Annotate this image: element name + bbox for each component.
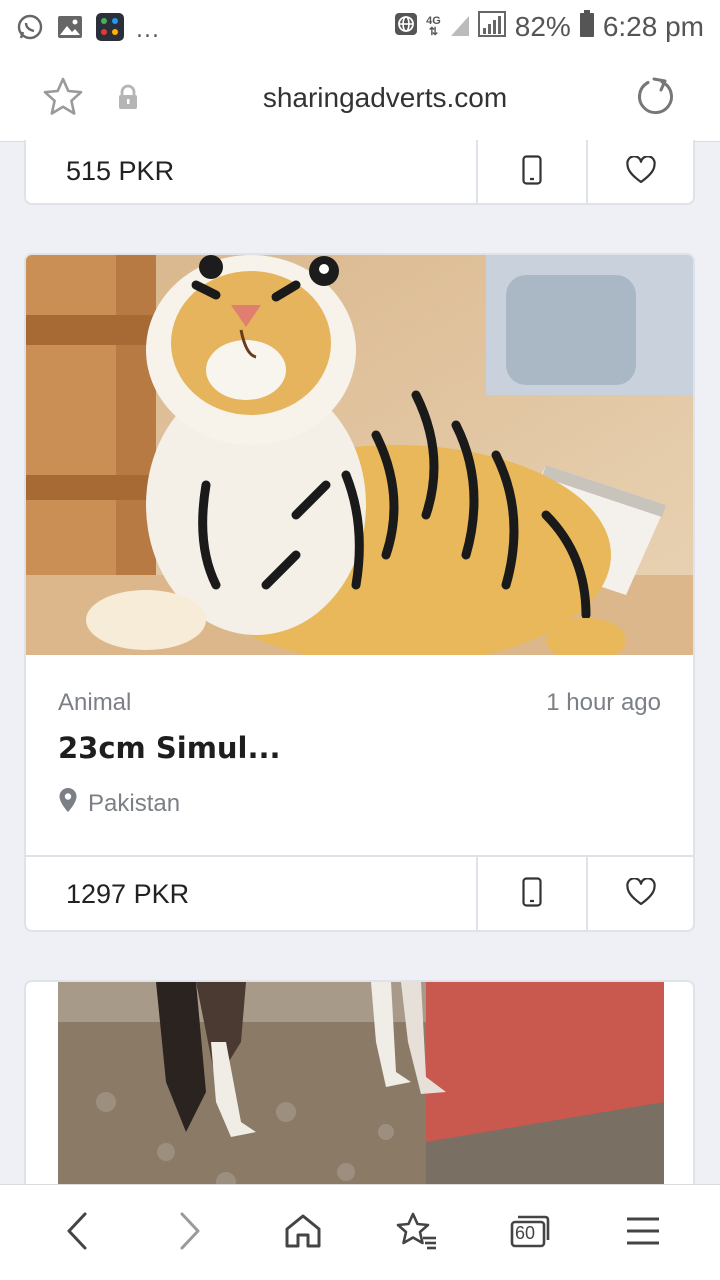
bookmarks-button[interactable]	[385, 1201, 449, 1265]
location-pin-icon	[58, 787, 78, 820]
call-button[interactable]	[476, 857, 586, 930]
globe-icon	[394, 11, 418, 43]
url-text[interactable]: sharingadverts.com	[190, 82, 580, 114]
listing-card[interactable]	[24, 980, 695, 1200]
browser-bottom-nav: 60	[0, 1184, 720, 1280]
signal-icon	[449, 10, 507, 45]
address-bar: sharingadverts.com	[0, 54, 720, 142]
listing-time: 1 hour ago	[546, 689, 661, 716]
listing-price: 1297 PKR	[66, 878, 190, 909]
home-button[interactable]	[271, 1201, 335, 1265]
home-icon	[284, 1213, 322, 1253]
status-bar: ... 4G ⇅ 82% 6:28 pm	[0, 0, 720, 54]
listing-location: Pakistan	[88, 789, 181, 817]
heart-icon	[625, 154, 656, 188]
tab-count: 60	[514, 1222, 535, 1243]
menu-icon	[626, 1216, 660, 1250]
reload-icon[interactable]	[634, 76, 676, 118]
bookmarks-icon	[396, 1212, 438, 1254]
listing-image-horse[interactable]	[26, 982, 693, 1200]
call-button[interactable]	[476, 140, 586, 203]
network-type: 4G ⇅	[426, 15, 441, 38]
forward-button[interactable]	[158, 1201, 222, 1265]
back-button[interactable]	[45, 1201, 109, 1265]
listing-image-tiger-plush[interactable]	[26, 255, 693, 655]
phone-icon	[522, 154, 542, 189]
listing-category[interactable]: Animal	[58, 689, 131, 717]
heart-icon	[625, 877, 656, 910]
tabs-button[interactable]: 60	[498, 1201, 562, 1265]
menu-button[interactable]	[611, 1201, 675, 1265]
gallery-icon	[56, 13, 84, 41]
more-notifications: ...	[136, 17, 160, 43]
listing-card[interactable]: 515 PKR	[24, 140, 695, 205]
favorite-button[interactable]	[586, 857, 693, 930]
phone-icon	[522, 877, 542, 911]
favorite-button[interactable]	[586, 140, 693, 203]
lock-icon[interactable]	[116, 84, 140, 110]
app-grid-icon	[96, 13, 124, 41]
whatsapp-icon	[16, 13, 44, 41]
listing-card[interactable]: Animal 1 hour ago 23cm Simul... Pakistan…	[24, 253, 695, 932]
back-icon	[63, 1211, 91, 1255]
forward-icon	[176, 1211, 204, 1255]
battery-icon	[579, 9, 595, 45]
star-icon[interactable]	[42, 76, 84, 118]
listing-price: 515 PKR	[66, 156, 175, 186]
listing-details: Animal 1 hour ago 23cm Simul... Pakistan	[26, 655, 693, 855]
battery-level: 82%	[514, 11, 571, 42]
clock: 6:28 pm	[602, 11, 704, 42]
listing-title[interactable]: 23cm Simul...	[58, 731, 661, 765]
